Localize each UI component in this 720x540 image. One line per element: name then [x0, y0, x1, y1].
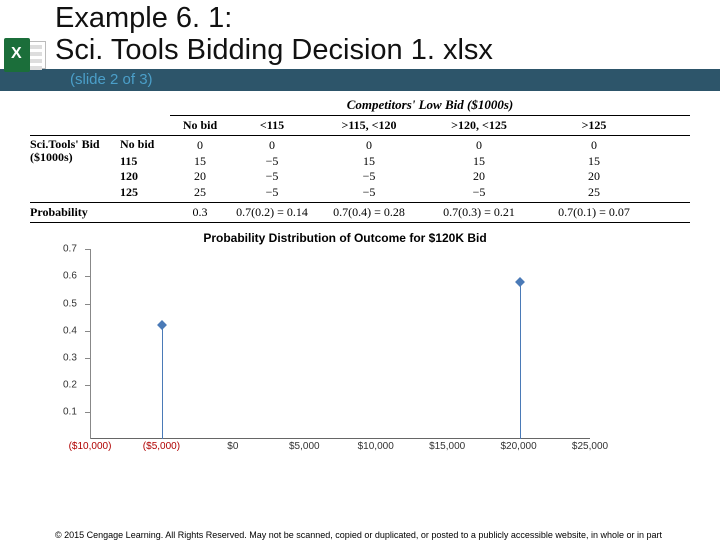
- ytick-label: 0.6: [63, 271, 77, 282]
- table-caption: Competitors' Low Bid ($1000s): [30, 97, 690, 113]
- prob-cell: 0.7(0.3) = 0.21: [424, 205, 534, 220]
- cell: −5: [230, 185, 314, 201]
- cell: 0: [424, 138, 534, 154]
- cell: 15: [314, 154, 424, 170]
- ytick-label: 0.7: [63, 244, 77, 255]
- ytick-label: 0.5: [63, 298, 77, 309]
- cell: 0: [230, 138, 314, 154]
- xtick-label: ($5,000): [143, 441, 180, 452]
- col-nobid: No bid: [170, 118, 230, 133]
- cell: 20: [424, 169, 534, 185]
- title-line2: Sci. Tools Bidding Decision 1. xlsx: [55, 34, 720, 66]
- ytick-label: 0.2: [63, 380, 77, 391]
- col-c2: >115, <120: [314, 118, 424, 133]
- title-block: Example 6. 1: Sci. Tools Bidding Decisio…: [0, 0, 720, 67]
- xtick-label: $5,000: [289, 441, 320, 452]
- prob-cell: 0.7(0.2) = 0.14: [230, 205, 314, 220]
- cell: 0: [534, 138, 654, 154]
- xtick-label: $25,000: [572, 441, 608, 452]
- cell: −5: [424, 185, 534, 201]
- subtitle-text: (slide 2 of 3): [70, 71, 153, 88]
- data-marker: [515, 277, 525, 287]
- table-body: Sci.Tools' Bid ($1000s) No bid 0 0 0 0 0…: [30, 138, 690, 200]
- data-marker: [157, 320, 167, 330]
- row-bid: 120: [120, 169, 170, 185]
- subtitle-bar: (slide 2 of 3): [0, 69, 720, 91]
- xtick-label: $15,000: [429, 441, 465, 452]
- row-bid: No bid: [120, 138, 170, 151]
- cell: 0: [314, 138, 424, 154]
- cell: 15: [170, 154, 230, 170]
- cell: 15: [424, 154, 534, 170]
- chart-title: Probability Distribution of Outcome for …: [70, 231, 620, 245]
- col-c1: <115: [230, 118, 314, 133]
- cell: 0: [170, 138, 230, 154]
- xtick-label: $20,000: [500, 441, 536, 452]
- prob-cell: 0.7(0.4) = 0.28: [314, 205, 424, 220]
- row-bid: 115: [120, 154, 170, 170]
- title-line1: Example 6. 1:: [55, 2, 720, 34]
- cell: −5: [230, 169, 314, 185]
- cell: 20: [170, 169, 230, 185]
- row-bid: 125: [120, 185, 170, 201]
- xtick-label: $0: [227, 441, 238, 452]
- prob-cell: 0.7(0.1) = 0.07: [534, 205, 654, 220]
- copyright: © 2015 Cengage Learning. All Rights Rese…: [55, 530, 700, 540]
- col-c4: >125: [534, 118, 654, 133]
- cell: −5: [314, 185, 424, 201]
- chart-xaxis: ($10,000)($5,000)$0$5,000$10,000$15,000$…: [90, 439, 590, 455]
- excel-icon: [4, 38, 46, 74]
- xtick-label: ($10,000): [69, 441, 112, 452]
- xtick-label: $10,000: [358, 441, 394, 452]
- prob-cell: 0.3: [170, 205, 230, 220]
- payoff-table: Competitors' Low Bid ($1000s) No bid <11…: [30, 97, 690, 223]
- content: Competitors' Low Bid ($1000s) No bid <11…: [0, 91, 720, 455]
- cell: 15: [534, 154, 654, 170]
- cell: −5: [314, 169, 424, 185]
- cell: 25: [170, 185, 230, 201]
- col-c3: >120, <125: [424, 118, 534, 133]
- ytick-label: 0.4: [63, 325, 77, 336]
- cell: 20: [534, 169, 654, 185]
- table-stub: Sci.Tools' Bid ($1000s): [30, 138, 120, 164]
- ytick-label: 0.1: [63, 407, 77, 418]
- cell: 25: [534, 185, 654, 201]
- chart: Probability Distribution of Outcome for …: [70, 231, 620, 455]
- ytick-label: 0.3: [63, 352, 77, 363]
- prob-label: Probability: [30, 205, 120, 220]
- chart-plot: 0.10.20.30.40.50.60.7: [90, 249, 590, 439]
- cell: −5: [230, 154, 314, 170]
